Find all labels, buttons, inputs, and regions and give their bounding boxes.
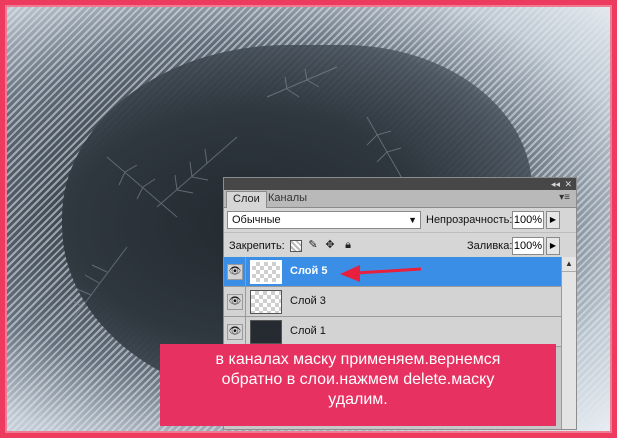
note-line-2: обратно в слои.нажмем delete.маску [221,371,495,388]
note-text: в каналах маску применяем.вернемся обрат… [160,350,556,410]
arrow-shaft [355,267,422,275]
instruction-note: в каналах маску применяем.вернемся обрат… [160,344,556,426]
note-line-1: в каналах маску применяем.вернемся [215,351,501,368]
note-line-3: удалим. [328,391,388,408]
arrow-head [340,265,360,282]
